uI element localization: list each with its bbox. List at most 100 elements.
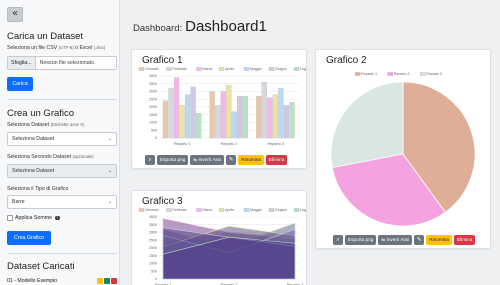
- bar: [289, 102, 295, 139]
- legend-swatch: [268, 208, 275, 212]
- apply-sums-checkbox[interactable]: [7, 215, 13, 221]
- dataset-select[interactable]: Seleziona Dataset ⌄: [7, 132, 117, 146]
- y-tick-label: 3000: [149, 231, 157, 235]
- legend-label: Reparto 3: [426, 72, 442, 76]
- legend-swatch: [138, 208, 145, 212]
- dashboard-prefix: Dashboard:: [133, 23, 183, 34]
- legend-swatch: [196, 208, 202, 212]
- legend-label: Gennaio: [145, 208, 159, 212]
- bar: [256, 96, 262, 139]
- bar: [237, 96, 243, 139]
- dataset-list-item: 01 - Modello Esempio: [7, 278, 117, 284]
- file-status: Nessun file selezionato.: [39, 60, 96, 66]
- legend-swatch: [218, 67, 225, 71]
- y-tick-label: 3500: [149, 82, 157, 86]
- y-tick-label: 500: [151, 128, 157, 132]
- browse-button[interactable]: Sfoglia...: [8, 57, 36, 69]
- edit-dataset-button[interactable]: [97, 278, 103, 284]
- swap-axes-button[interactable]: ⇆ Inverti Assi: [378, 235, 413, 245]
- legend-swatch: [166, 208, 172, 212]
- y-tick-label: 1500: [149, 254, 157, 258]
- file-prompt-label: Seleziona un file CSV (UTF-8) o Excel (.…: [7, 45, 106, 51]
- chart-card-3: Grafico 3 Gennaio Febbraio Marzo Aprile Magg…: [131, 190, 307, 285]
- legend-label: Maggio: [250, 67, 262, 71]
- pie-chart: Reparto 1 Reparto 2 Reparto 3: [330, 72, 476, 227]
- chart-toolbar: ⌕ Esporta png ⇆ Inverti Assi ✎ Rinomina …: [333, 235, 476, 245]
- legend-label: Maggio: [250, 208, 262, 212]
- legend-label: Marzo: [203, 208, 213, 212]
- view-dataset-button[interactable]: [104, 278, 110, 284]
- zoom-icon[interactable]: ⌕: [333, 235, 343, 245]
- export-png-button[interactable]: Esporta png: [157, 155, 189, 165]
- legend-label: Luglio: [300, 67, 307, 71]
- legend-swatch: [268, 67, 275, 71]
- legend-swatch: [218, 208, 225, 212]
- swap-axes-button[interactable]: ⇆ Inverti Assi: [190, 155, 225, 165]
- legend-swatch: [196, 67, 202, 71]
- y-tick-label: 1000: [149, 121, 157, 125]
- file-input[interactable]: Sfoglia... Nessun file selezionato.: [7, 56, 117, 70]
- legend-label: Aprile: [225, 208, 234, 212]
- edit-icon[interactable]: ✎: [226, 155, 237, 165]
- load-button[interactable]: Carica: [7, 77, 33, 91]
- rename-button[interactable]: Rinomina: [238, 155, 264, 165]
- bar: [162, 100, 169, 139]
- legend-swatch: [293, 67, 300, 71]
- legend-label: Reparto 1: [361, 72, 377, 76]
- divider: [7, 253, 117, 254]
- legend-swatch: [166, 67, 172, 71]
- export-png-button[interactable]: Esporta png: [345, 235, 377, 245]
- collapse-sidebar-button[interactable]: «: [7, 7, 23, 22]
- legend-swatch: [420, 72, 426, 76]
- delete-dataset-button[interactable]: [111, 278, 117, 284]
- create-chart-heading: Crea un Grafico: [7, 108, 75, 119]
- bar: [168, 88, 174, 139]
- chevron-down-icon: ⌄: [107, 136, 112, 142]
- bar: [231, 111, 237, 139]
- bar: [195, 113, 202, 139]
- chart-type-select[interactable]: Barre ⌄: [7, 195, 117, 209]
- area-chart: Gennaio Febbraio Marzo Aprile Maggio Giugno Lu…: [138, 208, 307, 285]
- pie-slice: [330, 81, 404, 168]
- legend-label: Giugno: [275, 208, 287, 212]
- legend-label: Febbraio: [173, 208, 187, 212]
- chart-type-label: Seleziona il Tipo di Grafico: [7, 186, 69, 192]
- bar: [209, 91, 215, 139]
- bar: [242, 96, 248, 139]
- bar: [215, 105, 221, 139]
- bar: [190, 86, 196, 139]
- chart-card-1: Grafico 1 Gennaio Febbraio Marzo Aprile Magg…: [131, 49, 307, 169]
- y-tick-label: 4000: [149, 215, 157, 219]
- legend-swatch: [355, 72, 361, 76]
- loaded-datasets-heading: Dataset Caricati: [7, 261, 75, 272]
- bar: [283, 105, 290, 139]
- dataset-name: 01 - Modello Esempio: [7, 278, 58, 284]
- load-dataset-heading: Carica un Dataset: [7, 31, 84, 42]
- x-tick-label: Reparto 2: [221, 142, 238, 146]
- edit-icon[interactable]: ✎: [414, 235, 425, 245]
- legend-label: Reparto 2: [394, 72, 410, 76]
- bar: [272, 94, 278, 139]
- bar: [184, 94, 191, 139]
- sidebar: « Carica un Dataset Seleziona un file CS…: [0, 0, 120, 285]
- apply-sums-row: Applica Somme ?: [7, 215, 60, 221]
- divider: [7, 99, 117, 100]
- bar: [261, 82, 267, 139]
- rename-button[interactable]: Rinomina: [426, 235, 452, 245]
- dashboard-name: Dashboard1: [185, 18, 267, 35]
- bar: [278, 88, 284, 139]
- second-dataset-select[interactable]: Seleziona Dataset ⌄: [7, 164, 117, 178]
- delete-button[interactable]: Elimina: [266, 155, 288, 165]
- y-tick-label: 1500: [149, 113, 157, 117]
- legend-swatch: [387, 72, 393, 76]
- legend-swatch: [243, 208, 250, 212]
- legend-label: Luglio: [300, 208, 307, 212]
- y-tick-label: 2000: [149, 105, 157, 109]
- second-dataset-label: Seleziona Secondo Dataset (opzionale): [7, 154, 94, 160]
- create-chart-button[interactable]: Crea Grafico: [7, 231, 51, 245]
- zoom-icon[interactable]: ⌕: [145, 155, 155, 165]
- page-title: Dashboard: Dashboard1: [133, 18, 267, 35]
- chart-card-2: Grafico 2 Reparto 1 Reparto 2 Reparto 3 ⌕ …: [315, 49, 491, 249]
- delete-button[interactable]: Elimina: [454, 235, 476, 245]
- x-tick-label: Reparto 3: [267, 142, 284, 146]
